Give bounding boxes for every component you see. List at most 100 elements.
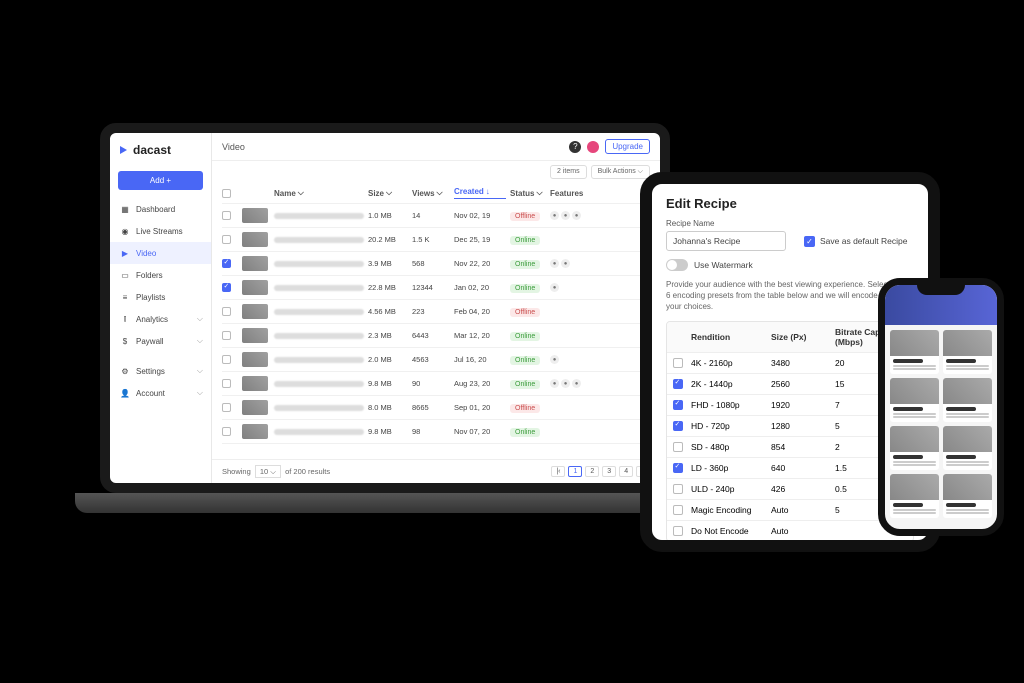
- help-icon[interactable]: ?: [569, 141, 581, 153]
- per-page-select[interactable]: 10 ⌵: [255, 465, 281, 478]
- rendition-checkbox[interactable]: [673, 526, 683, 536]
- save-default-checkbox[interactable]: ✓: [804, 236, 815, 247]
- rendition-checkbox[interactable]: [673, 463, 683, 473]
- save-default-label: Save as default Recipe: [820, 236, 907, 246]
- thumbnail: [242, 208, 268, 223]
- rendition-row[interactable]: Do Not Encode Auto: [667, 521, 913, 541]
- sidebar-item-dashboard[interactable]: ▦Dashboard: [110, 198, 211, 220]
- video-name: [274, 381, 364, 387]
- sidebar-item-account[interactable]: 👤Account⌵: [110, 382, 211, 404]
- col-created[interactable]: Created ↓: [454, 187, 506, 199]
- table-row[interactable]: 9.8 MB 90 Aug 23, 20 Online ●●●: [222, 372, 650, 396]
- table-row[interactable]: 3.9 MB 568 Nov 22, 20 Online ●●: [222, 252, 650, 276]
- add-button[interactable]: Add +: [118, 171, 203, 190]
- sidebar-item-settings[interactable]: ⚙Settings⌵: [110, 360, 211, 382]
- row-checkbox[interactable]: [222, 427, 231, 436]
- rendition-size: 1280: [771, 421, 835, 431]
- rendition-row[interactable]: 2K - 1440p 2560 15: [667, 374, 913, 395]
- views-cell: 223: [412, 307, 450, 316]
- page-2[interactable]: 2: [585, 466, 599, 477]
- upgrade-button[interactable]: Upgrade: [605, 139, 650, 154]
- table-row[interactable]: 9.8 MB 98 Nov 07, 20 Online: [222, 420, 650, 444]
- phone-card[interactable]: [943, 426, 992, 470]
- rendition-row[interactable]: SD - 480p 854 2: [667, 437, 913, 458]
- rendition-checkbox[interactable]: [673, 505, 683, 515]
- rendition-size: 3480: [771, 358, 835, 368]
- sidebar-item-playlists[interactable]: ≡Playlists: [110, 286, 211, 308]
- phone-grid: [885, 325, 997, 523]
- table-row[interactable]: 1.0 MB 14 Nov 02, 19 Offline ●●●: [222, 204, 650, 228]
- row-checkbox[interactable]: [222, 307, 231, 316]
- select-all-checkbox[interactable]: [222, 189, 231, 198]
- created-cell: Dec 25, 19: [454, 235, 506, 244]
- table-row[interactable]: 22.8 MB 12344 Jan 02, 20 Online ●: [222, 276, 650, 300]
- bulk-actions-button[interactable]: Bulk Actions ⌵: [591, 165, 650, 179]
- row-checkbox[interactable]: [222, 403, 231, 412]
- info-icon: ⓘ: [666, 550, 674, 552]
- created-cell: Mar 12, 20: [454, 331, 506, 340]
- thumbnail: [242, 280, 268, 295]
- kb-link[interactable]: Knowledge Base: [833, 551, 893, 552]
- rendition-checkbox[interactable]: [673, 400, 683, 410]
- sidebar-item-video[interactable]: ▶Video: [110, 242, 211, 264]
- col-name[interactable]: Name ⌵: [274, 188, 364, 198]
- phone-card[interactable]: [890, 426, 939, 470]
- row-checkbox[interactable]: [222, 379, 231, 388]
- page-3[interactable]: 3: [602, 466, 616, 477]
- items-count: 2 items: [550, 165, 587, 179]
- table-row[interactable]: 2.3 MB 6443 Mar 12, 20 Online: [222, 324, 650, 348]
- phone-card[interactable]: [890, 378, 939, 422]
- phone-card[interactable]: [890, 330, 939, 374]
- col-views[interactable]: Views ⌵: [412, 188, 450, 198]
- avatar[interactable]: [587, 141, 599, 153]
- phone-card[interactable]: [943, 474, 992, 518]
- phone-card[interactable]: [943, 378, 992, 422]
- sidebar-item-livestreams[interactable]: ◉Live Streams: [110, 220, 211, 242]
- row-checkbox[interactable]: [222, 331, 231, 340]
- row-checkbox[interactable]: [222, 259, 231, 268]
- rendition-row[interactable]: FHD - 1080p 1920 7: [667, 395, 913, 416]
- page-1[interactable]: 1: [568, 466, 582, 477]
- sidebar-item-folders[interactable]: ▭Folders: [110, 264, 211, 286]
- rendition-checkbox[interactable]: [673, 358, 683, 368]
- rendition-checkbox[interactable]: [673, 484, 683, 494]
- video-name: [274, 285, 364, 291]
- watermark-toggle[interactable]: [666, 259, 688, 271]
- rendition-name: ULD - 240p: [691, 484, 771, 494]
- rendition-checkbox[interactable]: [673, 379, 683, 389]
- recipe-name-input[interactable]: Johanna's Recipe: [666, 231, 786, 251]
- col-status[interactable]: Status ⌵: [510, 188, 546, 198]
- table-row[interactable]: 8.0 MB 8665 Sep 01, 20 Offline: [222, 396, 650, 420]
- rendition-name: 2K - 1440p: [691, 379, 771, 389]
- thumbnail: [242, 328, 268, 343]
- sidebar-item-paywall[interactable]: $Paywall⌵: [110, 330, 211, 352]
- table-row[interactable]: 2.0 MB 4563 Jul 16, 20 Online ●: [222, 348, 650, 372]
- page-4[interactable]: 4: [619, 466, 633, 477]
- table-row[interactable]: 20.2 MB 1.5 K Dec 25, 19 Online: [222, 228, 650, 252]
- phone-card[interactable]: [890, 474, 939, 518]
- views-cell: 4563: [412, 355, 450, 364]
- thumbnail: [242, 400, 268, 415]
- laptop-base: [75, 493, 695, 513]
- col-size[interactable]: Size ⌵: [368, 188, 408, 198]
- phone-device: [878, 278, 1004, 536]
- rendition-row[interactable]: ULD - 240p 426 0.5: [667, 479, 913, 500]
- sidebar-item-analytics[interactable]: ⫾Analytics⌵: [110, 308, 211, 330]
- page-first[interactable]: |‹: [551, 466, 565, 477]
- rendition-row[interactable]: 4K - 2160p 3480 20: [667, 353, 913, 374]
- table-row[interactable]: 4.56 MB 223 Feb 04, 20 Offline: [222, 300, 650, 324]
- row-checkbox[interactable]: [222, 283, 231, 292]
- row-checkbox[interactable]: [222, 211, 231, 220]
- status-badge: Offline: [510, 212, 540, 221]
- rendition-row[interactable]: LD - 360p 640 1.5: [667, 458, 913, 479]
- row-checkbox[interactable]: [222, 355, 231, 364]
- rendition-row[interactable]: HD - 720p 1280 5: [667, 416, 913, 437]
- rendition-row[interactable]: Magic Encoding Auto 5: [667, 500, 913, 521]
- sidebar-nav: ▦Dashboard ◉Live Streams ▶Video ▭Folders…: [110, 198, 211, 404]
- status-badge: Online: [510, 428, 540, 437]
- status-badge: Online: [510, 284, 540, 293]
- rendition-checkbox[interactable]: [673, 421, 683, 431]
- row-checkbox[interactable]: [222, 235, 231, 244]
- rendition-checkbox[interactable]: [673, 442, 683, 452]
- phone-card[interactable]: [943, 330, 992, 374]
